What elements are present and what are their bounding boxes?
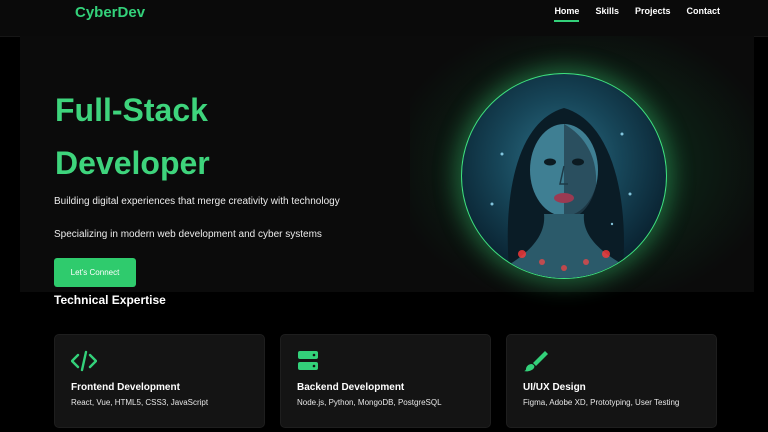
skill-card-title: Frontend Development bbox=[71, 382, 180, 393]
skill-card-title: UI/UX Design bbox=[523, 382, 586, 393]
site-logo[interactable]: CyberDev bbox=[75, 4, 145, 21]
skill-card-desc: React, Vue, HTML5, CSS3, JavaScript bbox=[71, 398, 209, 407]
hero-title-line2: Developer bbox=[55, 145, 210, 181]
nav-link-skills[interactable]: Skills bbox=[595, 6, 619, 22]
nav-links: Home Skills Projects Contact bbox=[554, 6, 720, 22]
hero-subtitle: Specializing in modern web development a… bbox=[54, 229, 322, 240]
code-icon bbox=[71, 350, 97, 372]
skills-section-title: Technical Expertise bbox=[54, 293, 166, 307]
skill-card-backend[interactable]: Backend Development Node.js, Python, Mon… bbox=[280, 334, 491, 428]
skill-card-frontend[interactable]: Frontend Development React, Vue, HTML5, … bbox=[54, 334, 265, 428]
hero-title: Full-Stack Developer bbox=[55, 84, 375, 190]
skill-card-desc: Node.js, Python, MongoDB, PostgreSQL bbox=[297, 398, 442, 407]
top-navbar: CyberDev Home Skills Projects Contact bbox=[0, 0, 768, 37]
skill-card-uiux[interactable]: UI/UX Design Figma, Adobe XD, Prototypin… bbox=[506, 334, 717, 428]
skill-card-title: Backend Development bbox=[297, 382, 405, 393]
lets-connect-button[interactable]: Let's Connect bbox=[54, 258, 136, 287]
nav-link-contact[interactable]: Contact bbox=[687, 6, 721, 22]
portrait-illustration bbox=[490, 108, 632, 278]
nav-link-projects[interactable]: Projects bbox=[635, 6, 671, 22]
nav-link-home[interactable]: Home bbox=[554, 6, 580, 22]
hero-title-line1: Full-Stack bbox=[55, 92, 208, 128]
developer-portrait bbox=[461, 73, 667, 279]
skill-card-desc: Figma, Adobe XD, Prototyping, User Testi… bbox=[523, 398, 680, 407]
brush-icon bbox=[524, 351, 548, 372]
server-icon bbox=[298, 351, 318, 370]
hero-tagline: Building digital experiences that merge … bbox=[54, 196, 340, 207]
page: CyberDev Home Skills Projects Contact Fu… bbox=[0, 0, 768, 432]
